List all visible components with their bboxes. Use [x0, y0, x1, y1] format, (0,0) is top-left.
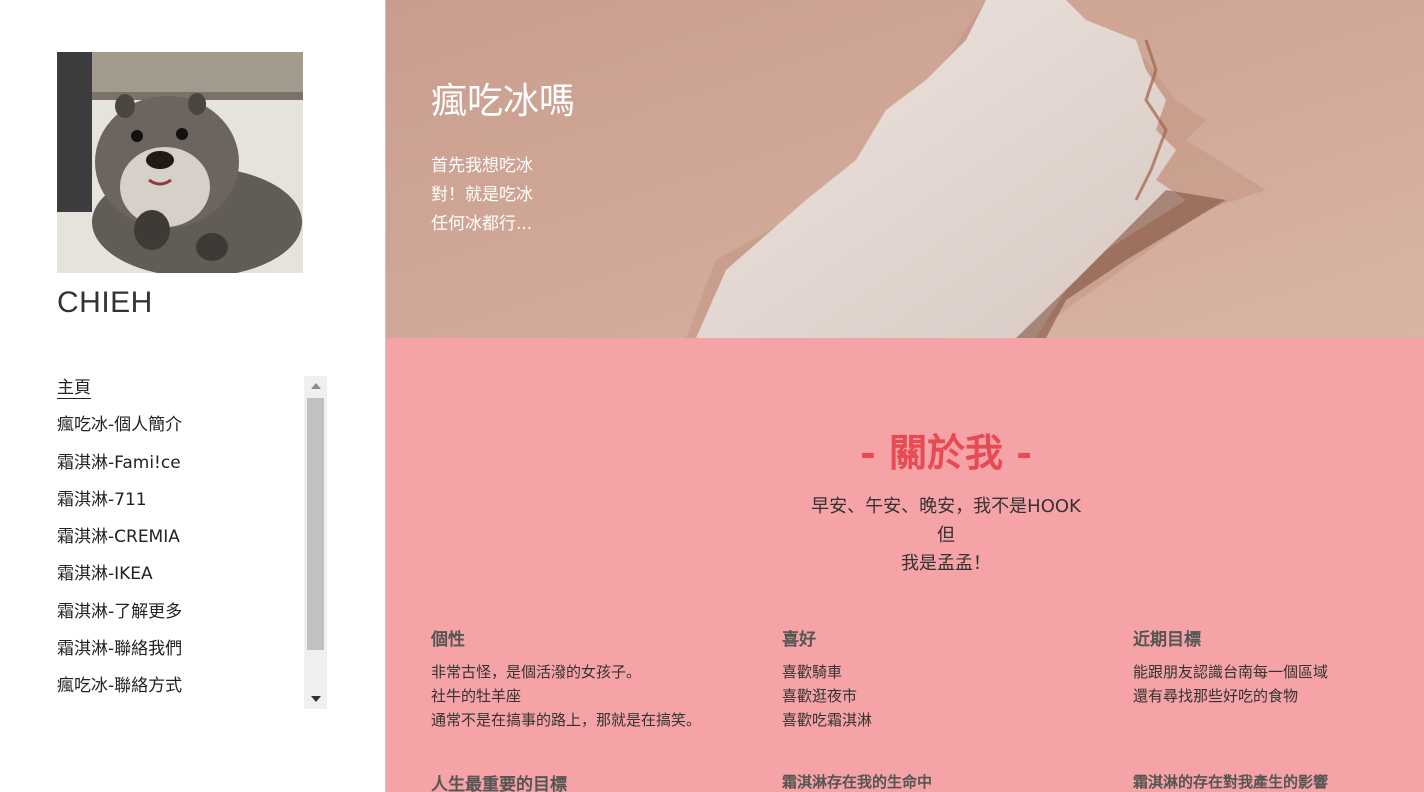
column-line: 非常古怪，是個活潑的女孩子。 — [431, 663, 642, 681]
column-line: 喜歡逛夜市 — [782, 687, 858, 705]
nav-item-711[interactable]: 霜淇淋-711 — [57, 488, 302, 525]
column-line: 社牛的牡羊座 — [431, 687, 522, 705]
about-intro: 早安、午安、晚安，我不是HOOK 但 我是孟孟！ — [386, 493, 1424, 579]
site-name[interactable]: CHIEH — [57, 286, 153, 320]
nav-item-famice[interactable]: 霜淇淋-Fami!ce — [57, 451, 302, 488]
nav-item-cremia[interactable]: 霜淇淋-CREMIA — [57, 525, 302, 562]
intro-line: 但 — [937, 524, 955, 546]
nav-item-contact-info[interactable]: 瘋吃冰-聯絡方式 — [57, 674, 302, 709]
hero-line: 對！就是吃冰 — [431, 185, 533, 205]
goals-column: 近期目標 能跟朋友認識台南每一個區域 還有尋找那些好吃的食物 — [1133, 625, 1328, 708]
nav-scrollbar[interactable] — [304, 376, 327, 709]
scroll-up-arrow-icon[interactable] — [304, 376, 327, 396]
nav-item-contact-us[interactable]: 霜淇淋-聯絡我們 — [57, 637, 302, 674]
main-content: 瘋吃冰嗎 首先我想吃冰 對！就是吃冰 任何冰都行... - 關於我 - 早安、午… — [385, 0, 1424, 792]
hero-line: 任何冰都行... — [431, 214, 533, 234]
column-line: 還有尋找那些好吃的食物 — [1133, 687, 1299, 705]
avatar[interactable] — [57, 52, 303, 273]
column-line: 喜歡吃霜淇淋 — [782, 711, 873, 729]
column-line: 喜歡騎車 — [782, 663, 843, 681]
ice-cream-life-heading: 霜淇淋存在我的生命中 — [782, 773, 933, 791]
personality-column: 個性 非常古怪，是個活潑的女孩子。 社牛的牡羊座 通常不是在搞事的路上，那就是在… — [431, 625, 701, 732]
ice-cream-impact-heading: 霜淇淋的存在對我產生的影響 — [1133, 773, 1329, 791]
column-heading: 喜好 — [782, 630, 816, 650]
hero-line: 首先我想吃冰 — [431, 156, 533, 176]
sidebar: CHIEH 主頁 瘋吃冰-個人簡介 霜淇淋-Fami!ce 霜淇淋-711 霜淇… — [0, 0, 385, 792]
page: CHIEH 主頁 瘋吃冰-個人簡介 霜淇淋-Fami!ce 霜淇淋-711 霜淇… — [0, 0, 1424, 792]
nav-item-learn-more[interactable]: 霜淇淋-了解更多 — [57, 600, 302, 637]
column-heading: 近期目標 — [1133, 630, 1201, 650]
intro-line: 早安、午安、晚安，我不是HOOK — [811, 496, 1081, 517]
nav-item-profile[interactable]: 瘋吃冰-個人簡介 — [57, 413, 302, 450]
column-line: 通常不是在搞事的路上，那就是在搞笑。 — [431, 711, 702, 729]
scroll-thumb[interactable] — [307, 398, 324, 650]
nav-item-ikea[interactable]: 霜淇淋-IKEA — [57, 562, 302, 599]
about-title: - 關於我 - — [859, 430, 1032, 475]
nav-item-home[interactable]: 主頁 — [57, 376, 302, 413]
ice-cream-wall-image — [386, 0, 1424, 338]
hobbies-column: 喜好 喜歡騎車 喜歡逛夜市 喜歡吃霜淇淋 — [782, 625, 872, 732]
hero-title: 瘋吃冰嗎 — [431, 81, 576, 122]
life-goal-heading: 人生最重要的目標 — [431, 775, 567, 792]
otter-photo — [57, 52, 303, 273]
about-section: - 關於我 - 早安、午安、晚安，我不是HOOK 但 我是孟孟！ 個性 非常古怪… — [386, 338, 1424, 792]
column-heading: 個性 — [431, 630, 465, 650]
column-line: 能跟朋友認識台南每一個區域 — [1133, 663, 1329, 681]
sidebar-nav: 主頁 瘋吃冰-個人簡介 霜淇淋-Fami!ce 霜淇淋-711 霜淇淋-CREM… — [57, 376, 302, 709]
hero-banner: 瘋吃冰嗎 首先我想吃冰 對！就是吃冰 任何冰都行... — [386, 0, 1424, 338]
intro-line: 我是孟孟！ — [901, 553, 991, 574]
scroll-down-arrow-icon[interactable] — [304, 689, 327, 709]
hero-description: 首先我想吃冰 對！就是吃冰 任何冰都行... — [431, 152, 533, 239]
